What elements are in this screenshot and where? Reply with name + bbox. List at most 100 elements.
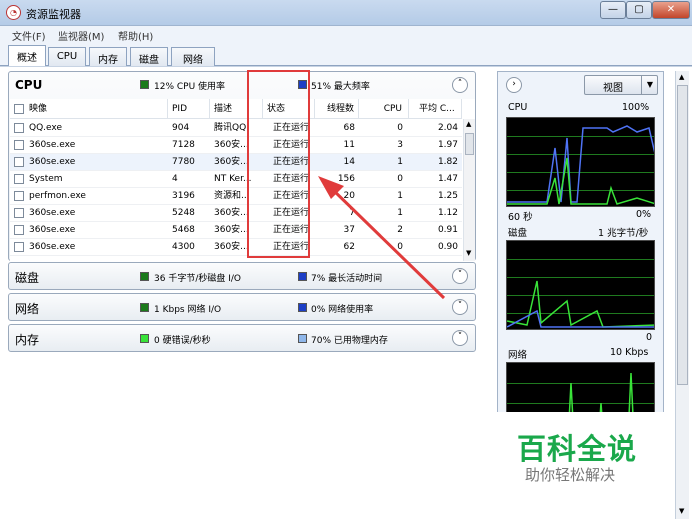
disk-graph-min: 0 (646, 332, 653, 343)
cell-cpu: 3 (397, 140, 403, 150)
window-title: 资源监视器 (26, 8, 81, 21)
cpu-graph-max: 100% (622, 102, 650, 113)
expand-memory-icon[interactable]: ˅ (452, 330, 468, 346)
cell-avg: 0.90 (437, 242, 458, 252)
scroll-thumb[interactable] (465, 133, 474, 155)
row-checkbox[interactable] (14, 174, 24, 184)
tab-disk[interactable]: 磁盘 (130, 47, 168, 66)
cell-threads: 37 (343, 225, 355, 235)
cell-avg: 1.12 (437, 208, 458, 218)
collapse-icon[interactable]: ˄ (452, 77, 468, 93)
scroll-down-arrow-icon[interactable]: ▼ (466, 249, 471, 257)
expand-network-icon[interactable]: ˅ (452, 299, 468, 315)
row-checkbox[interactable] (14, 123, 24, 133)
process-row[interactable]: 360se.exe 5468 360安... 正在运行 37 2 0.91 (10, 222, 462, 239)
col-pid[interactable]: PID (168, 99, 210, 119)
col-image[interactable]: 映像 (10, 99, 168, 119)
cell-threads: 62 (343, 242, 355, 252)
memory-faults-swatch (140, 334, 149, 343)
cell-avg: 2.04 (437, 123, 458, 133)
col-cpu[interactable]: CPU (359, 99, 409, 119)
tab-cpu[interactable]: CPU (48, 47, 86, 66)
right-scroll-down-icon[interactable]: ▼ (679, 507, 684, 515)
process-row[interactable]: 360se.exe 7128 360安... 正在运行 11 3 1.97 (10, 137, 462, 154)
tab-memory[interactable]: 内存 (89, 47, 127, 66)
right-scroll-thumb[interactable] (677, 85, 688, 385)
row-checkbox[interactable] (14, 140, 24, 150)
cell-image: QQ.exe (29, 123, 62, 133)
disk-graph-label: 磁盘 (508, 228, 528, 239)
process-row[interactable]: QQ.exe 904 腾讯QQ 正在运行 68 0 2.04 (10, 120, 462, 137)
disk-active-swatch (298, 272, 307, 281)
network-io-swatch (140, 303, 149, 312)
table-scrollbar[interactable]: ▲ ▼ (463, 119, 475, 261)
right-scrollbar[interactable]: ▲ ▼ (675, 71, 689, 519)
tab-overview[interactable]: 概述 (8, 45, 46, 67)
watermark: 百科全说 助你轻松解决 (491, 412, 675, 519)
col-avg-cpu[interactable]: 平均 C... (409, 99, 462, 119)
expand-disk-icon[interactable]: ˅ (452, 268, 468, 284)
memory-used-swatch (298, 334, 307, 343)
process-row[interactable]: 360se.exe 5248 360安... 正在运行 7 1 1.12 (10, 205, 462, 222)
cell-cpu: 1 (397, 157, 403, 167)
cell-pid: 5468 (172, 225, 195, 235)
dropdown-arrow-icon[interactable]: ▼ (641, 76, 658, 94)
minimize-button[interactable]: — (600, 1, 626, 19)
cell-cpu: 0 (397, 242, 403, 252)
cell-image: 360se.exe (29, 225, 76, 235)
row-checkbox[interactable] (14, 208, 24, 218)
cell-pid: 3196 (172, 191, 195, 201)
col-threads[interactable]: 线程数 (315, 99, 359, 119)
net-graph-label: 网络 (508, 350, 528, 361)
network-io-text: 1 Kbps 网络 I/O (154, 305, 222, 315)
row-checkbox[interactable] (14, 225, 24, 235)
memory-used-text: 70% 已用物理内存 (311, 336, 388, 346)
cell-pid: 7780 (172, 157, 195, 167)
cell-pid: 4 (172, 174, 178, 184)
cell-threads: 14 (343, 157, 355, 167)
disk-graph-max: 1 兆字节/秒 (598, 228, 649, 239)
resource-monitor-icon: ◔ (6, 5, 21, 20)
cell-pid: 904 (172, 123, 190, 133)
cell-image: perfmon.exe (29, 191, 86, 201)
cell-cpu: 0 (397, 123, 403, 133)
cell-pid: 7128 (172, 140, 195, 150)
menu-file[interactable]: 文件(F) (12, 28, 46, 43)
network-section[interactable]: 网络 1 Kbps 网络 I/O 0% 网络使用率 ˅ (8, 293, 476, 321)
select-all-checkbox[interactable] (14, 104, 24, 114)
expand-graphs-icon[interactable]: › (506, 77, 522, 93)
cell-avg: 1.97 (437, 140, 458, 150)
disk-io-swatch (140, 272, 149, 281)
cpu-graph-min: 0% (636, 209, 652, 220)
row-checkbox[interactable] (14, 191, 24, 201)
maximize-button[interactable]: ▢ (626, 1, 652, 19)
right-scroll-up-icon[interactable]: ▲ (679, 73, 684, 81)
view-dropdown[interactable]: 视图 ▼ (584, 75, 658, 95)
cell-pid: 4300 (172, 242, 195, 252)
cell-image: 360se.exe (29, 208, 76, 218)
cell-avg: 0.91 (437, 225, 458, 235)
cell-cpu: 1 (397, 191, 403, 201)
process-row[interactable]: 360se.exe 4300 360安... 正在运行 62 0 0.90 (10, 239, 462, 256)
close-button[interactable]: ✕ (652, 1, 690, 19)
view-label: 视图 (603, 83, 623, 94)
network-usage-swatch (298, 303, 307, 312)
cpu-section-header[interactable]: CPU 12% CPU 使用率 51% 最大频率 ˄ (9, 72, 475, 98)
disk-section[interactable]: 磁盘 36 千字节/秒磁盘 I/O 7% 最长活动时间 ˅ (8, 262, 476, 290)
process-row[interactable]: 360se.exe 7780 360安... 正在运行 14 1 1.82 (10, 154, 462, 171)
scroll-up-arrow-icon[interactable]: ▲ (466, 120, 471, 128)
row-checkbox[interactable] (14, 157, 24, 167)
row-checkbox[interactable] (14, 242, 24, 252)
cpu-usage-swatch (140, 80, 149, 89)
process-row[interactable]: System 4 NT Ker... 正在运行 156 0 1.47 (10, 171, 462, 188)
cell-threads: 68 (343, 123, 355, 133)
menu-help[interactable]: 帮助(H) (118, 28, 153, 43)
process-row[interactable]: perfmon.exe 3196 资源和... 正在运行 20 1 1.25 (10, 188, 462, 205)
cpu-section: CPU 12% CPU 使用率 51% 最大频率 ˄ 映像 PID 描述 状态 … (8, 71, 476, 261)
cell-cpu: 1 (397, 208, 403, 218)
menu-monitor[interactable]: 监视器(M) (58, 28, 104, 43)
memory-section[interactable]: 内存 0 硬错误/秒秒 70% 已用物理内存 ˅ (8, 324, 476, 352)
cell-image: 360se.exe (29, 140, 76, 150)
disk-graph (506, 240, 655, 330)
tab-network[interactable]: 网络 (171, 47, 215, 66)
